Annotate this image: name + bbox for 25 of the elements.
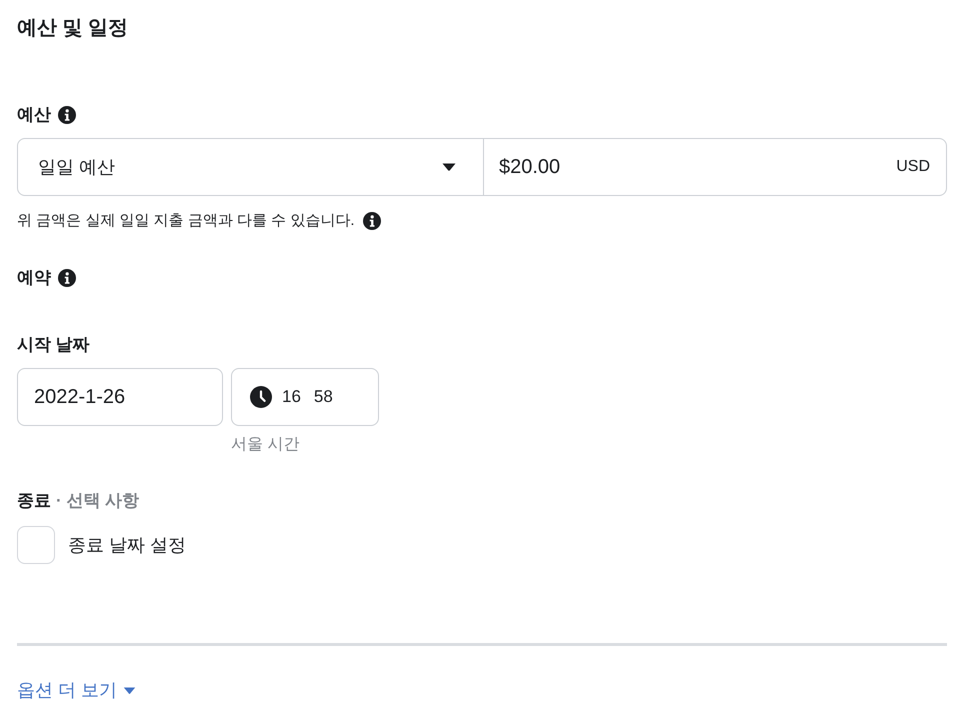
field-label: 예산: [17, 104, 51, 126]
checkbox-label[interactable]: 종료 날짜 설정: [68, 533, 186, 557]
clock-icon: [250, 386, 272, 408]
caret-icon: [442, 163, 456, 171]
field-label: 시작 날짜: [17, 334, 90, 356]
timezone-label: 서울 시간: [231, 435, 300, 455]
more-options-link[interactable]: 옵션 더 보기: [17, 678, 136, 702]
end-date-checkbox[interactable]: [17, 526, 55, 564]
caret-icon: [123, 686, 136, 694]
end-label: 종료: [17, 490, 51, 512]
info-icon[interactable]: [58, 106, 76, 124]
info-icon[interactable]: [362, 212, 381, 230]
field-label: 예약: [17, 267, 51, 289]
minute-input[interactable]: 58: [314, 387, 333, 407]
start-time-field[interactable]: 16 58: [231, 368, 379, 426]
info-icon[interactable]: [58, 269, 76, 287]
currency-label: USD: [896, 158, 930, 176]
hour-input[interactable]: 16: [282, 387, 301, 407]
budget-note: 위 금액은 실제 일일 지출 금액과 다를 수 있습니다.: [17, 211, 355, 231]
amount-value: $20.00: [499, 156, 560, 178]
optional-note: · 선택 사항: [56, 490, 140, 512]
budget-type-select[interactable]: 일일 예산: [17, 138, 484, 196]
section-title: 예산 및 일정: [17, 16, 128, 40]
budget-amount-field[interactable]: $20.00 USD: [484, 138, 947, 196]
start-date-field[interactable]: 2022-1-26: [17, 368, 223, 426]
